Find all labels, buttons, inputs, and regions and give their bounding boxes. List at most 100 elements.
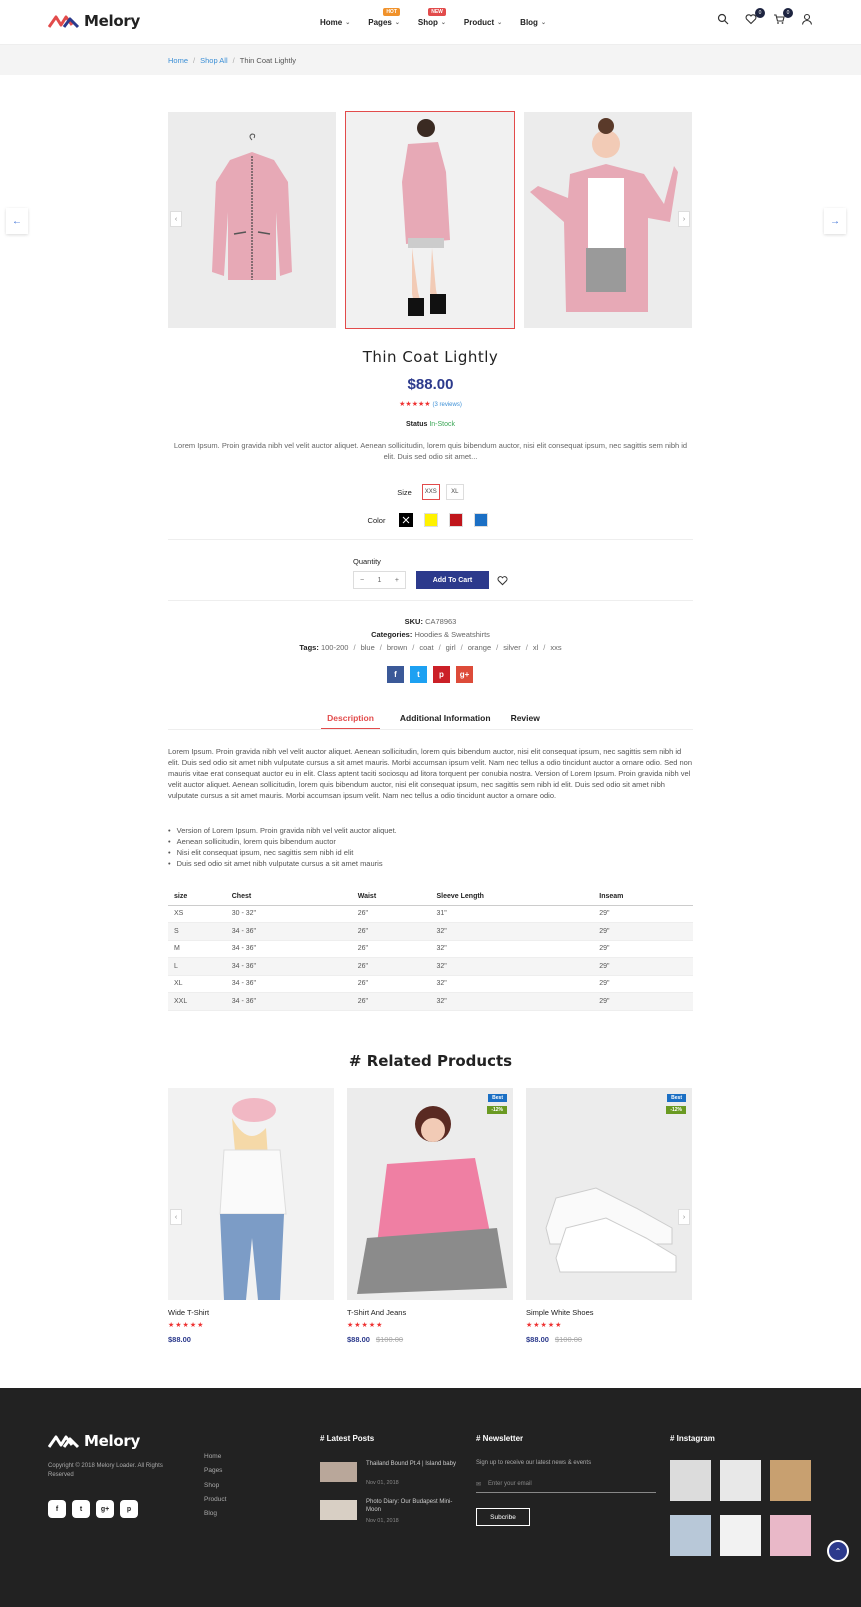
nav-shop[interactable]: Shop ⌄ NEW [418,7,446,27]
instagram-photo[interactable] [770,1515,811,1556]
gallery-next-arrow[interactable]: › [678,211,690,227]
tag-link[interactable]: silver [503,643,521,652]
product-card-name[interactable]: Wide T-Shirt [168,1308,209,1317]
product-card-image[interactable]: Best -12% [347,1088,513,1300]
breadcrumb-shop[interactable]: Shop All [200,56,228,65]
color-swatch-red[interactable] [449,513,464,527]
tags-list: 100-200/ blue / brown / coat / girl / orange… [320,643,562,652]
table-cell: 29" [593,905,693,923]
prev-product-arrow[interactable]: ← [6,208,28,234]
post-thumbnail[interactable] [320,1500,357,1520]
tag-link[interactable]: orange [468,643,491,652]
minus-icon[interactable]: − [360,577,364,584]
logo[interactable]: Melory [48,12,140,30]
twitter-icon[interactable]: t [410,666,427,683]
footer-link-product[interactable]: Product [204,1493,226,1507]
product-card-name[interactable]: T-Shirt And Jeans [347,1308,406,1317]
quantity-stepper[interactable]: − 1 + [353,571,406,589]
instagram-photo[interactable] [720,1460,761,1501]
tag-link[interactable]: 100-200 [321,643,349,652]
pinterest-icon[interactable]: p [433,666,450,683]
back-to-top-button[interactable]: ⌃ [827,1540,849,1562]
twitter-icon[interactable]: t [72,1500,90,1518]
status-value: In-Stock [429,421,456,428]
size-option-xxs[interactable]: XXS [421,484,440,500]
categories-line: Categories: Hoodies & Sweatshirts [0,630,861,639]
gallery-prev-arrow[interactable]: ‹ [170,211,182,227]
footer-link-home[interactable]: Home [204,1450,226,1464]
add-to-cart-button[interactable]: Add To Cart [416,571,489,589]
short-description: Lorem Ipsum. Proin gravida nibh vel veli… [173,441,688,461]
user-icon[interactable] [801,13,815,27]
tag-link[interactable]: xxs [550,643,561,652]
search-icon[interactable] [717,13,731,27]
color-swatch-black[interactable] [399,513,414,527]
footer-link-blog[interactable]: Blog [204,1507,226,1521]
footer-logo[interactable]: Melory [48,1432,140,1450]
color-selector: Color [0,513,861,527]
tag-link[interactable]: girl [446,643,456,652]
related-next-arrow[interactable]: › [678,1209,690,1225]
instagram-photo[interactable] [670,1515,711,1556]
footer-link-shop[interactable]: Shop [204,1479,226,1493]
categories-value[interactable]: Hoodies & Sweatshirts [414,630,489,639]
product-card-image[interactable]: Best -12% [526,1088,692,1300]
tab-additional-information[interactable]: Additional Information [400,713,491,730]
nav-product[interactable]: Product ⌄ [464,18,502,27]
cart-icon[interactable]: 0 [773,8,793,27]
google-plus-icon[interactable]: g+ [96,1500,114,1518]
newsletter-text: Sign up to receive our latest news & eve… [476,1460,592,1466]
email-field[interactable]: ✉ Enter your email [476,1481,656,1493]
product-image-3[interactable] [524,112,692,328]
table-cell: 26" [351,905,431,923]
table-cell: XS [168,905,226,923]
instagram-photo[interactable] [670,1460,711,1501]
post-title[interactable]: Photo Diary: Our Budapest Mini-Moon [366,1498,466,1514]
nav-blog[interactable]: Blog ⌄ [520,18,546,27]
quantity-value[interactable]: 1 [378,577,382,584]
tag-link[interactable]: xl [533,643,538,652]
post-title[interactable]: Thailand Bound Pt.4 | Island baby [366,1460,466,1468]
instagram-photo[interactable] [770,1460,811,1501]
pinterest-icon[interactable]: p [120,1500,138,1518]
tag-link[interactable]: blue [361,643,375,652]
table-cell: 26" [351,922,431,941]
logo-mark-icon [48,1435,80,1449]
table-cell: 32" [430,975,594,993]
reviews-link[interactable]: (3 reviews) [433,402,462,408]
wishlist-icon[interactable]: 0 [745,8,765,27]
post-item[interactable]: Thailand Bound Pt.4 | Island baby Nov 01… [320,1460,470,1486]
size-chart-table: size Chest Waist Sleeve Length Inseam XS… [168,888,693,1011]
product-card-name[interactable]: Simple White Shoes [526,1308,594,1317]
tab-description[interactable]: Description [321,713,380,730]
heart-icon[interactable] [497,575,509,587]
product-image-1[interactable] [168,112,336,328]
tab-review[interactable]: Review [511,713,540,730]
plus-icon[interactable]: + [395,577,399,584]
site-footer: Melory Copyright © 2018 Melory Loader. A… [0,1388,861,1607]
post-thumbnail[interactable] [320,1462,357,1482]
nav-home[interactable]: Home ⌄ [320,18,350,27]
facebook-icon[interactable]: f [48,1500,66,1518]
facebook-icon[interactable]: f [387,666,404,683]
google-plus-icon[interactable]: g+ [456,666,473,683]
footer-link-pages[interactable]: Pages [204,1464,226,1478]
product-card-image[interactable] [168,1088,334,1300]
table-cell: 32" [430,922,594,941]
nav-label: Blog [520,17,538,27]
instagram-photo[interactable] [720,1515,761,1556]
tag-link[interactable]: brown [387,643,407,652]
table-cell: XL [168,975,226,993]
nav-pages[interactable]: Pages ⌄ HOT [368,7,400,27]
next-product-arrow[interactable]: → [824,208,846,234]
related-prev-arrow[interactable]: ‹ [170,1209,182,1225]
size-option-xl[interactable]: XL [445,484,464,500]
post-item[interactable]: Photo Diary: Our Budapest Mini-Moon Nov … [320,1498,470,1524]
color-swatch-yellow[interactable] [424,513,439,527]
tag-link[interactable]: coat [419,643,433,652]
subscribe-button[interactable]: Subcribe [476,1508,530,1526]
breadcrumb-home[interactable]: Home [168,56,188,65]
color-swatch-blue[interactable] [474,513,489,527]
table-cell: 34 - 36" [225,992,352,1011]
product-image-2[interactable] [345,111,515,329]
